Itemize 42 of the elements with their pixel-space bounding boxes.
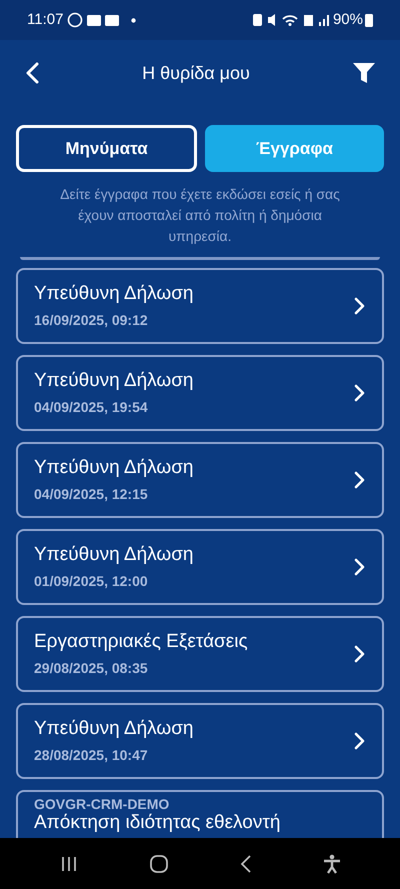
back-nav-icon[interactable]	[240, 854, 252, 872]
chevron-right-icon	[354, 732, 366, 750]
wifi-icon	[282, 14, 298, 26]
document-date: 29/08/2025, 08:35	[34, 659, 149, 678]
document-sender: GOVGR-CRM-DEMO	[34, 796, 170, 812]
signal-icon	[318, 14, 329, 26]
document-date: 16/09/2025, 09:12	[34, 311, 149, 330]
document-card[interactable]: Υπεύθυνη Δήλωση 16/09/2025, 09:12	[16, 268, 384, 344]
document-title: Εργαστηριακές Εξετάσεις	[34, 630, 249, 654]
status-time: 11:07	[27, 10, 64, 30]
document-date: 04/09/2025, 12:15	[34, 485, 149, 504]
chevron-right-icon	[354, 384, 366, 402]
chevron-right-icon	[354, 558, 366, 576]
document-card[interactable]: Υπεύθυνη Δήλωση 04/09/2025, 12:15	[16, 442, 384, 518]
description-text: Δείτε έγγραφα που έχετε εκδώσει εσείς ή σας έχουν αποσταλεί από πολίτη ή δημόσια υπηρεσία.	[59, 185, 341, 246]
chevron-right-icon	[354, 297, 366, 315]
document-card[interactable]: Υπεύθυνη Δήλωση 04/09/2025, 19:54	[16, 355, 384, 431]
chevron-right-icon	[354, 645, 366, 663]
battery-icon	[365, 13, 373, 27]
document-title: Υπεύθυνη Δήλωση	[34, 369, 194, 393]
document-card[interactable]: Υπεύθυνη Δήλωση 01/09/2025, 12:00	[16, 529, 384, 605]
filter-icon[interactable]	[352, 61, 376, 85]
dot-icon	[131, 18, 136, 22]
document-title: Υπεύθυνη Δήλωση	[34, 282, 194, 306]
recent-apps-icon[interactable]	[60, 856, 78, 872]
document-card[interactable]: Εργαστηριακές Εξετάσεις 29/08/2025, 08:35	[16, 616, 384, 692]
document-card[interactable]: Υπεύθυνη Δήλωση 28/08/2025, 10:47	[16, 703, 384, 779]
accessibility-icon[interactable]	[322, 854, 340, 874]
document-date: 04/09/2025, 19:54	[34, 398, 149, 417]
chevron-right-icon	[354, 471, 366, 489]
page-title: Η θυρίδα μου	[141, 62, 251, 85]
battery-percent: 90%	[332, 10, 363, 30]
document-title: Υπεύθυνη Δήλωση	[34, 717, 194, 741]
document-date: 28/08/2025, 10:47	[34, 746, 149, 765]
home-icon[interactable]	[148, 854, 168, 874]
tab[interactable]: Μηνύματα	[16, 125, 197, 172]
document-title: Υπεύθυνη Δήλωση	[34, 456, 194, 480]
document-date: 01/09/2025, 12:00	[34, 572, 149, 591]
back-icon[interactable]	[24, 62, 40, 84]
document-title: Απόκτηση ιδιότητας εθελοντή	[34, 812, 282, 833]
document-title: Υπεύθυνη Δήλωση	[34, 543, 194, 567]
mute-icon	[268, 14, 276, 26]
